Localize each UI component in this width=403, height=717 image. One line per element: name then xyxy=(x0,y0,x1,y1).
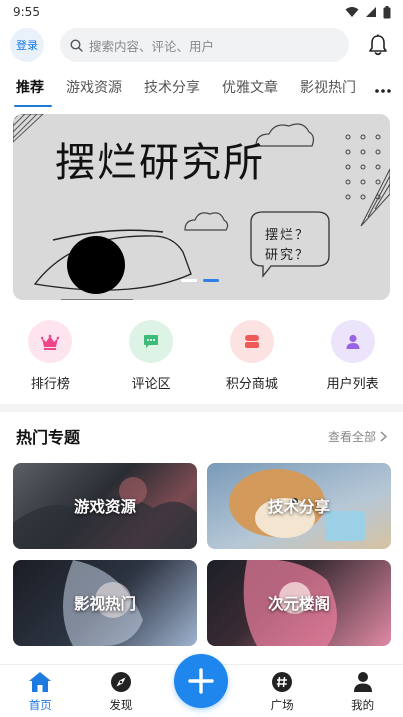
card-label: 次元楼阁 xyxy=(267,595,330,613)
quick-label-ranking: 排行榜 xyxy=(30,377,70,392)
status-time: 9:55 xyxy=(13,5,40,19)
battery-icon xyxy=(383,5,391,18)
topic-card-film-hot[interactable]: 影视热门 xyxy=(13,560,197,646)
active-tab-indicator xyxy=(14,105,52,107)
nav-label-discover: 发现 xyxy=(109,698,133,712)
card-label: 游戏资源 xyxy=(73,498,136,516)
chevron-right-icon xyxy=(380,430,387,442)
see-all-label: 查看全部 xyxy=(327,429,376,444)
compass-icon xyxy=(110,672,131,692)
notification-button[interactable] xyxy=(363,30,393,60)
carousel-indicator xyxy=(181,279,219,282)
carousel-dot[interactable] xyxy=(181,279,197,282)
bubble-line-1: 摆烂？ xyxy=(265,228,311,243)
card-label: 技术分享 xyxy=(267,498,330,516)
quick-entries: 排行榜 评论区 积分商城 用户列表 xyxy=(0,320,403,392)
tab-elegant-articles[interactable]: 优雅文章 xyxy=(222,77,278,97)
section-divider xyxy=(0,404,403,412)
tab-game-resources[interactable]: 游戏资源 xyxy=(66,77,122,97)
home-icon xyxy=(29,672,52,692)
nav-square[interactable]: 广场 xyxy=(242,665,323,717)
topic-card-anime-pavilion[interactable]: 次元楼阁 xyxy=(207,560,391,646)
nav-label-mine: 我的 xyxy=(351,698,375,712)
tab-list: 推荐 游戏资源 技术分享 优雅文章 影视热门 xyxy=(0,72,366,102)
see-all-link[interactable]: 查看全部 xyxy=(328,428,387,445)
user-icon xyxy=(330,320,375,363)
quick-item-comments[interactable]: 评论区 xyxy=(101,320,202,392)
profile-icon xyxy=(353,672,372,692)
search-placeholder: 搜索内容、评论、用户 xyxy=(89,38,215,54)
status-icons xyxy=(345,5,391,19)
bell-icon xyxy=(369,34,387,56)
bubble-line-2: 研究？ xyxy=(265,248,311,263)
banner-bubble-text: 摆烂？ 研究？ xyxy=(265,226,310,266)
topic-card-tech-share[interactable]: 技术分享 xyxy=(207,463,391,549)
more-tabs-button[interactable] xyxy=(375,78,391,97)
search-icon xyxy=(70,38,83,52)
quick-label-comments: 评论区 xyxy=(131,377,171,392)
quick-label-user-list: 用户列表 xyxy=(326,377,379,392)
nav-label-home: 首页 xyxy=(28,698,52,712)
card-label: 影视热门 xyxy=(73,595,136,613)
quick-item-points-mall[interactable]: 积分商城 xyxy=(202,320,303,392)
quick-item-ranking[interactable]: 排行榜 xyxy=(0,320,101,392)
top-header: 登录 搜索内容、评论、用户 xyxy=(0,26,403,64)
more-icon xyxy=(375,89,391,93)
hot-topics-header: 热门专题 查看全部 xyxy=(16,424,387,448)
hashtag-icon xyxy=(272,672,293,692)
tab-film-hot[interactable]: 影视热门 xyxy=(300,77,356,97)
tab-recommend[interactable]: 推荐 xyxy=(16,77,44,97)
nav-home[interactable]: 首页 xyxy=(0,665,81,717)
signal-icon xyxy=(366,7,376,17)
search-input[interactable]: 搜索内容、评论、用户 xyxy=(60,28,349,62)
nav-discover[interactable]: 发现 xyxy=(81,665,162,717)
quick-label-points-mall: 积分商城 xyxy=(225,377,278,392)
login-button[interactable]: 登录 xyxy=(10,28,44,62)
shop-icon xyxy=(229,320,274,363)
category-tabs: 推荐 游戏资源 技术分享 优雅文章 影视热门 xyxy=(0,72,403,107)
comment-icon xyxy=(129,320,174,363)
carousel-dot-active[interactable] xyxy=(203,279,219,282)
wifi-icon xyxy=(345,7,359,17)
crown-icon xyxy=(28,320,73,363)
quick-item-user-list[interactable]: 用户列表 xyxy=(302,320,403,392)
nav-mine[interactable]: 我的 xyxy=(322,665,403,717)
tab-tech-share[interactable]: 技术分享 xyxy=(144,77,200,97)
plus-icon xyxy=(188,668,214,694)
create-post-button[interactable] xyxy=(174,654,228,708)
section-title: 热门专题 xyxy=(16,428,81,447)
topic-card-game-resources[interactable]: 游戏资源 xyxy=(13,463,197,549)
status-bar: 9:55 xyxy=(0,0,403,24)
banner-carousel[interactable]: 摆烂研究所 摆烂？ 研究？ xyxy=(13,114,390,300)
app-page: 9:55 登录 搜索内容、评论、用户 推荐 游戏资源 技术分享 优雅文章 影视热… xyxy=(0,0,403,717)
banner-title: 摆烂研究所 xyxy=(55,140,265,186)
nav-label-square: 广场 xyxy=(270,698,294,712)
